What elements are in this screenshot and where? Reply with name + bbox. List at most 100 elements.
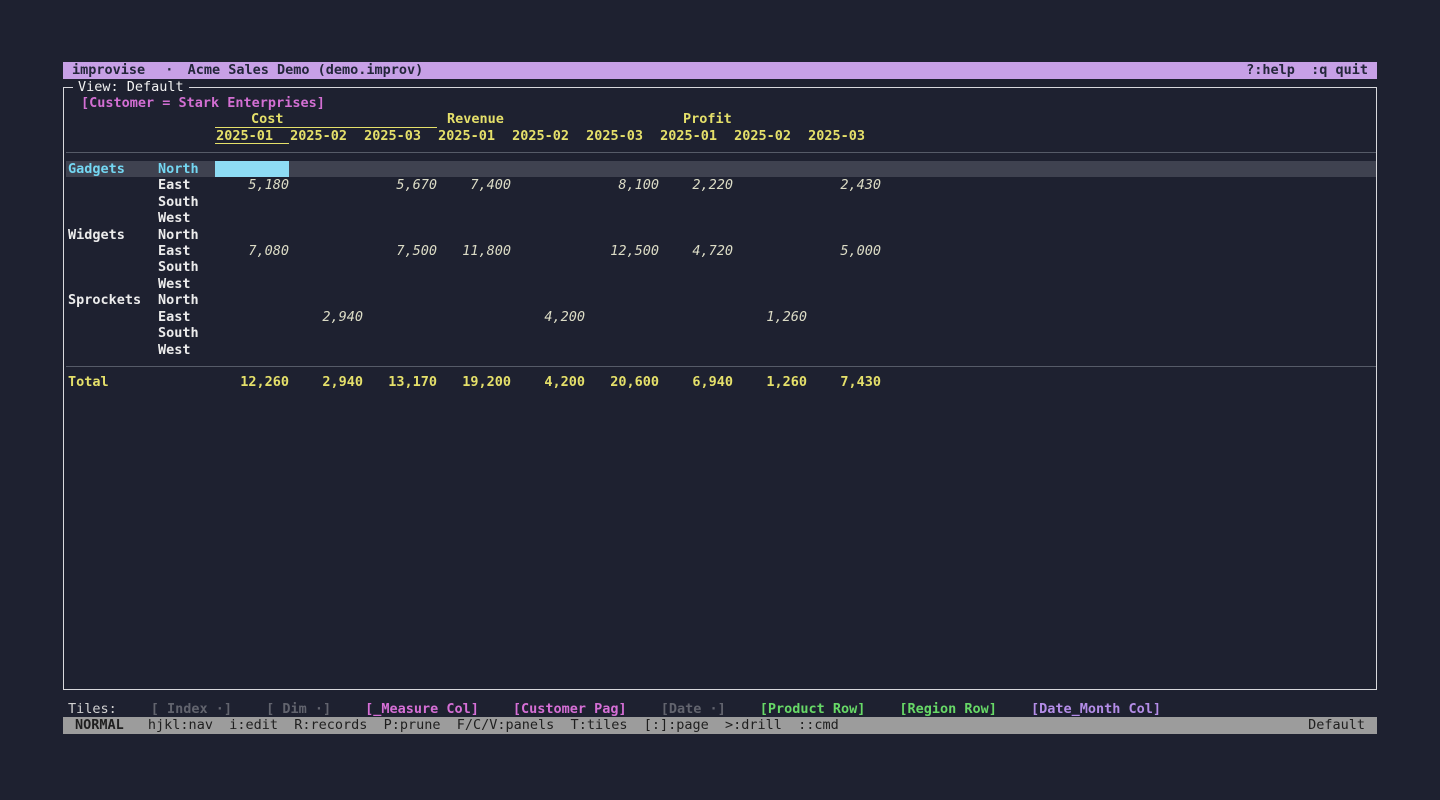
pivot-cell[interactable]: 7,080: [215, 243, 289, 259]
pivot-cell[interactable]: [585, 325, 659, 341]
pivot-cell[interactable]: [289, 243, 363, 259]
pivot-cell[interactable]: [511, 210, 585, 226]
column-header-profit-2025-01[interactable]: 2025-01: [659, 128, 733, 144]
pivot-cell[interactable]: [511, 161, 585, 177]
pivot-cell[interactable]: 7,400: [437, 177, 511, 193]
tile-index[interactable]: [ Index ·]: [151, 701, 232, 717]
tile-product-row[interactable]: [Product Row]: [760, 701, 866, 717]
pivot-cell[interactable]: [289, 227, 363, 243]
pivot-cell[interactable]: 2,430: [807, 177, 881, 193]
pivot-cell[interactable]: [659, 309, 733, 325]
pivot-cell[interactable]: [659, 325, 733, 341]
pivot-cell[interactable]: [733, 342, 807, 358]
pivot-cell[interactable]: [585, 259, 659, 275]
pivot-cell[interactable]: [363, 325, 437, 341]
measure-header-cost[interactable]: Cost: [215, 111, 437, 127]
pivot-cell[interactable]: [659, 259, 733, 275]
measure-header-revenue[interactable]: Revenue: [437, 111, 659, 127]
pivot-cell[interactable]: [659, 276, 733, 292]
pivot-cell[interactable]: [215, 276, 289, 292]
pivot-cell[interactable]: [437, 227, 511, 243]
pivot-cell[interactable]: 7,500: [363, 243, 437, 259]
pivot-cell[interactable]: [585, 292, 659, 308]
pivot-cell[interactable]: [289, 342, 363, 358]
pivot-cell[interactable]: [363, 161, 437, 177]
pivot-cell[interactable]: 1,260: [733, 309, 807, 325]
pivot-cell[interactable]: [733, 227, 807, 243]
pivot-cell[interactable]: [363, 227, 437, 243]
pivot-cell[interactable]: [659, 227, 733, 243]
pivot-cell[interactable]: [585, 342, 659, 358]
pivot-cell[interactable]: 11,800: [437, 243, 511, 259]
pivot-cell[interactable]: [807, 276, 881, 292]
pivot-cell[interactable]: [733, 177, 807, 193]
pivot-cell[interactable]: [511, 177, 585, 193]
pivot-cell[interactable]: [733, 210, 807, 226]
pivot-cell[interactable]: [511, 259, 585, 275]
pivot-cell[interactable]: [511, 325, 585, 341]
pivot-cell[interactable]: [807, 309, 881, 325]
pivot-cell[interactable]: [807, 210, 881, 226]
pivot-cell[interactable]: [363, 309, 437, 325]
pivot-cell[interactable]: [437, 309, 511, 325]
pivot-cell[interactable]: [585, 309, 659, 325]
pivot-cell[interactable]: [807, 194, 881, 210]
page-filter-indicator[interactable]: [Customer = Stark Enterprises]: [66, 95, 1376, 111]
pivot-cell[interactable]: [585, 194, 659, 210]
pivot-cell[interactable]: [511, 292, 585, 308]
pivot-cell[interactable]: [659, 210, 733, 226]
pivot-cell[interactable]: [585, 276, 659, 292]
pivot-cell[interactable]: 2,940: [289, 309, 363, 325]
pivot-cell[interactable]: [289, 194, 363, 210]
tile-date[interactable]: [Date ·]: [661, 701, 726, 717]
pivot-cell[interactable]: 5,670: [363, 177, 437, 193]
pivot-cell[interactable]: [363, 194, 437, 210]
pivot-cell[interactable]: 2,220: [659, 177, 733, 193]
pivot-cell[interactable]: [437, 276, 511, 292]
pivot-cell[interactable]: [215, 227, 289, 243]
pivot-cell[interactable]: [733, 194, 807, 210]
pivot-cell[interactable]: [437, 342, 511, 358]
pivot-cell[interactable]: [215, 325, 289, 341]
column-header-profit-2025-02[interactable]: 2025-02: [733, 128, 807, 144]
pivot-cell[interactable]: [215, 342, 289, 358]
pivot-cell[interactable]: [289, 276, 363, 292]
pivot-cell[interactable]: [437, 259, 511, 275]
tile-date-month-col[interactable]: [Date_Month Col]: [1031, 701, 1161, 717]
pivot-cell[interactable]: [733, 259, 807, 275]
pivot-cell[interactable]: [215, 259, 289, 275]
pivot-cell[interactable]: [289, 177, 363, 193]
pivot-cell[interactable]: [807, 227, 881, 243]
pivot-cell[interactable]: [289, 325, 363, 341]
pivot-cell[interactable]: [437, 194, 511, 210]
column-header-cost-2025-01[interactable]: 2025-01: [215, 128, 289, 144]
tile-dim[interactable]: [ Dim ·]: [266, 701, 331, 717]
pivot-cell[interactable]: 12,500: [585, 243, 659, 259]
pivot-cell[interactable]: 4,200: [511, 309, 585, 325]
pivot-cell[interactable]: [807, 342, 881, 358]
pivot-cell[interactable]: [289, 259, 363, 275]
pivot-cell[interactable]: [733, 243, 807, 259]
pivot-cell[interactable]: [807, 325, 881, 341]
pivot-cell[interactable]: [733, 325, 807, 341]
pivot-cell[interactable]: [659, 342, 733, 358]
tile-customer-pag[interactable]: [Customer Pag]: [513, 701, 627, 717]
pivot-cell[interactable]: [363, 259, 437, 275]
measure-header-profit[interactable]: Profit: [659, 111, 881, 127]
selected-cell-cursor[interactable]: [215, 161, 289, 177]
pivot-cell[interactable]: [363, 292, 437, 308]
pivot-cell[interactable]: [363, 276, 437, 292]
pivot-cell[interactable]: [289, 161, 363, 177]
pivot-cell[interactable]: [437, 161, 511, 177]
pivot-cell[interactable]: [511, 227, 585, 243]
pivot-cell[interactable]: [659, 292, 733, 308]
pivot-cell[interactable]: [807, 259, 881, 275]
pivot-cell[interactable]: [659, 161, 733, 177]
pivot-cell[interactable]: [807, 161, 881, 177]
pivot-cell[interactable]: 5,000: [807, 243, 881, 259]
tile-region-row[interactable]: [Region Row]: [899, 701, 997, 717]
pivot-cell[interactable]: [215, 194, 289, 210]
pivot-cell[interactable]: [215, 210, 289, 226]
column-header-revenue-2025-01[interactable]: 2025-01: [437, 128, 511, 144]
pivot-cell[interactable]: [363, 342, 437, 358]
